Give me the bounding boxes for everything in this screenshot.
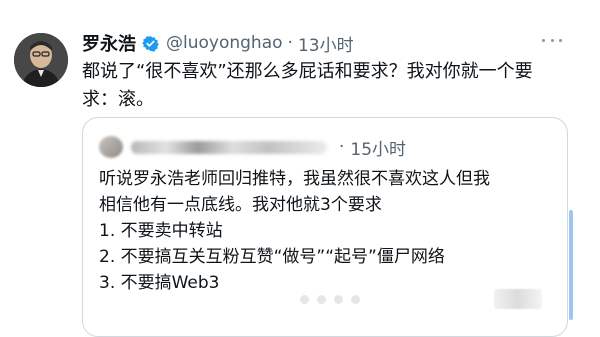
blurred-action-bar bbox=[300, 289, 360, 309]
avatar-photo bbox=[14, 33, 68, 87]
quoted-tweet-text: 听说罗永浩老师回归推特，我虽然很不喜欢这人但我 相信他有一点底线。我对他就3个要… bbox=[99, 169, 490, 293]
verified-badge-icon bbox=[142, 35, 159, 52]
quoted-author-name-blurred bbox=[131, 140, 327, 154]
blurred-dot bbox=[317, 294, 326, 304]
tweet-timestamp[interactable]: 13小时 bbox=[298, 31, 354, 56]
separator-dot: · bbox=[339, 137, 345, 157]
author-name[interactable]: 罗永浩 bbox=[82, 30, 136, 56]
tweet-header: 罗永浩 @luoyonghao · 13小时 bbox=[82, 30, 354, 56]
watermark-logo bbox=[494, 289, 542, 309]
quoted-tweet-header: · 15小时 bbox=[99, 136, 406, 160]
more-dot bbox=[542, 38, 545, 42]
more-dot bbox=[559, 38, 562, 42]
author-handle[interactable]: @luoyonghao bbox=[166, 33, 283, 53]
blurred-dot bbox=[351, 294, 360, 304]
author-avatar[interactable] bbox=[14, 33, 68, 87]
more-options-icon[interactable] bbox=[542, 34, 562, 46]
blurred-dot bbox=[334, 294, 343, 304]
quoted-author-avatar-blurred bbox=[99, 136, 123, 158]
quoted-tweet-timestamp[interactable]: 15小时 bbox=[350, 135, 406, 160]
separator-dot: · bbox=[287, 33, 293, 53]
scrollbar-thumb[interactable] bbox=[569, 210, 573, 320]
more-dot bbox=[550, 38, 554, 42]
tweet-text: 都说了“很不喜欢”还那么多屁话和要求？我对你就一个要 求：滚。 bbox=[82, 61, 533, 110]
blurred-dot bbox=[300, 294, 309, 304]
